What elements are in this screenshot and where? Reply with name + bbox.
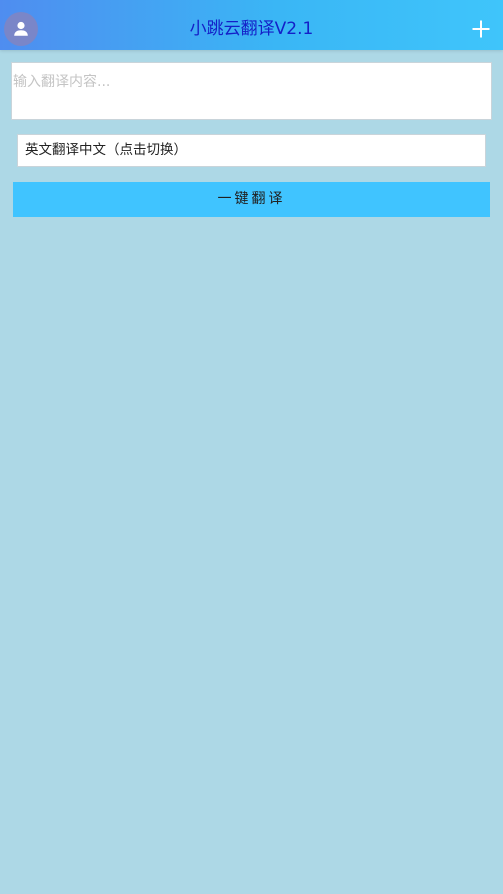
avatar[interactable] bbox=[4, 12, 38, 46]
page-title: 小跳云翻译V2.1 bbox=[189, 19, 314, 39]
translation-input-container bbox=[11, 62, 492, 120]
add-button[interactable] bbox=[471, 19, 491, 39]
translate-button[interactable]: 一键翻译 bbox=[13, 182, 490, 217]
language-mode-toggle[interactable]: 英文翻译中文（点击切换） bbox=[17, 134, 486, 167]
plus-icon bbox=[472, 20, 490, 38]
translation-input[interactable] bbox=[13, 71, 490, 111]
user-icon bbox=[14, 21, 28, 36]
app-header: 小跳云翻译V2.1 bbox=[0, 0, 503, 50]
